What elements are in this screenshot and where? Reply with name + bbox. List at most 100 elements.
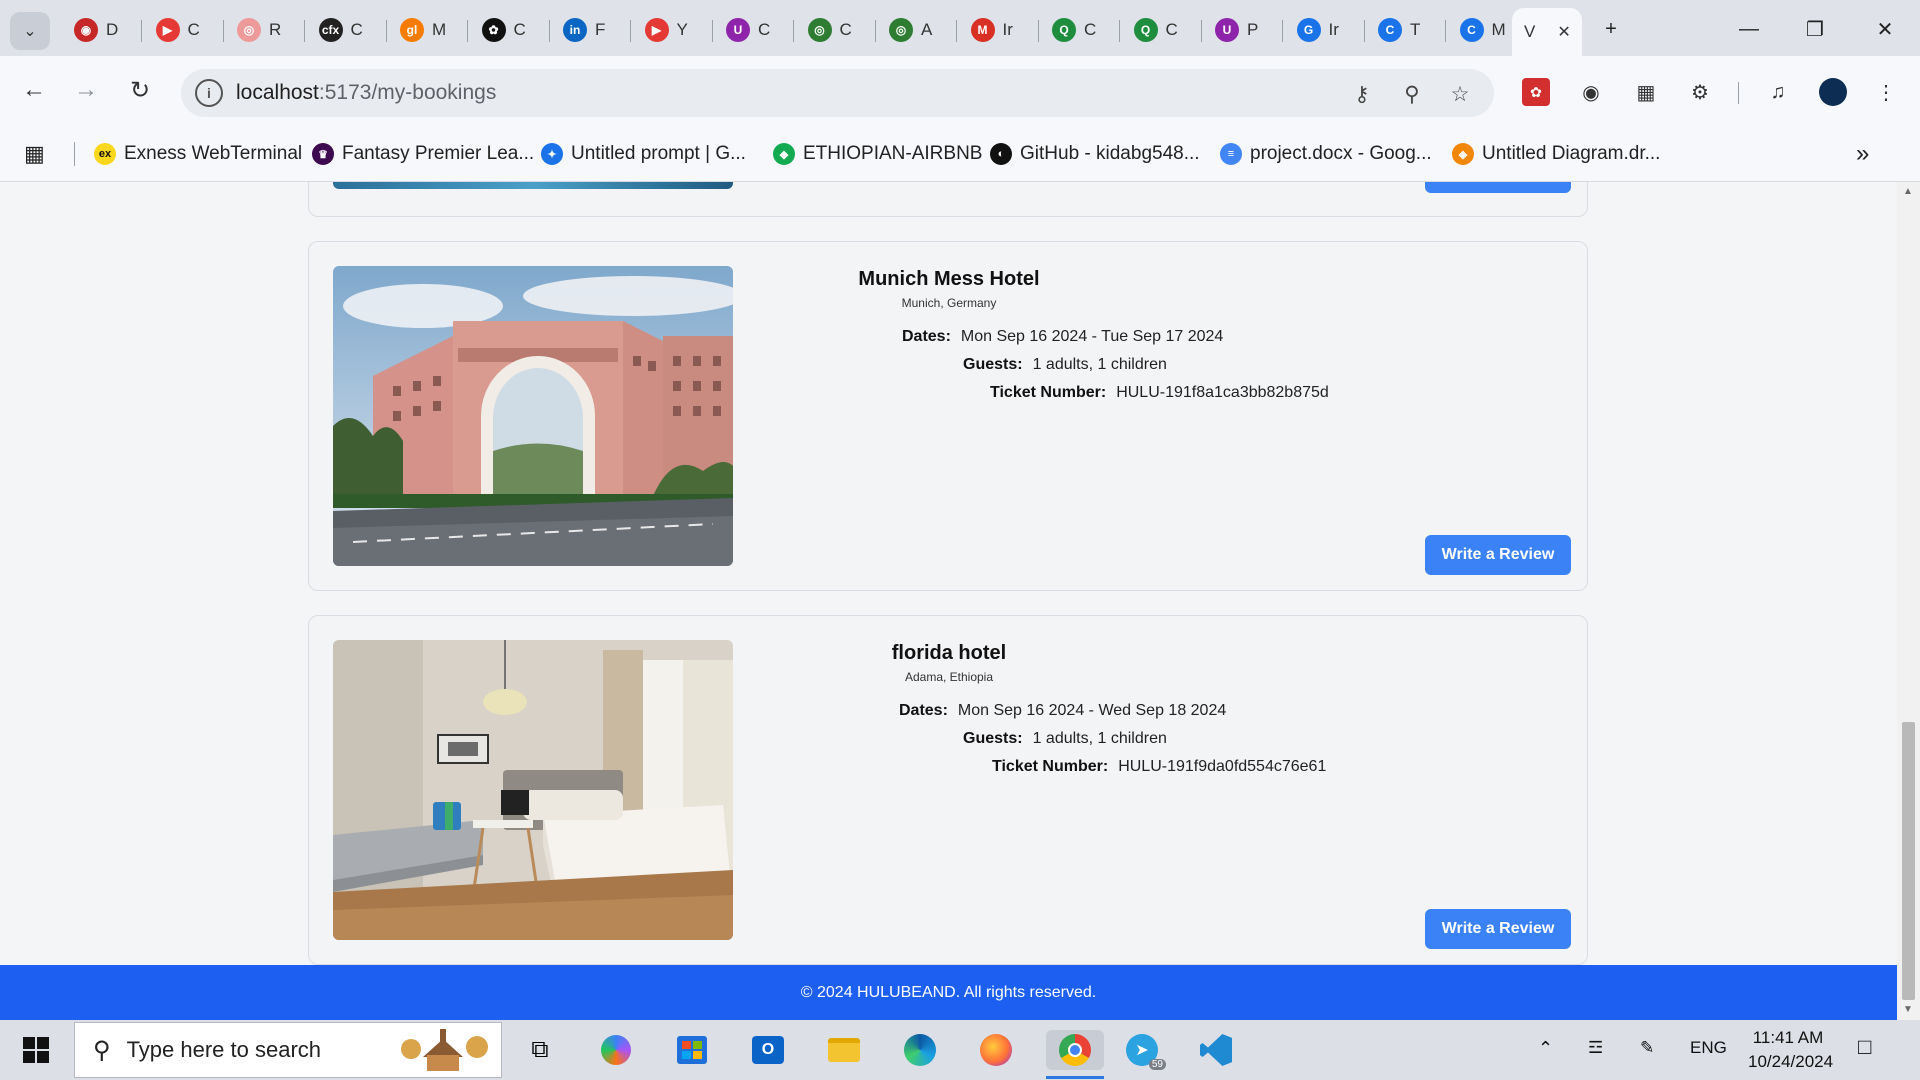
browser-tab[interactable]: G Ir [1285,12,1365,48]
dates-label: Dates: [902,328,951,345]
scroll-down-icon[interactable]: ▼ [1903,1004,1913,1015]
bookmark-item[interactable]: ◆ ETHIOPIAN-AIRBNB [773,140,982,168]
task-view-icon[interactable]: ⧉ [520,1030,560,1070]
browser-tab[interactable]: ◎ A [877,12,957,48]
bookmarks-bar: ▦ ex Exness WebTerminal ♛ Fantasy Premier L… [0,126,1920,182]
browser-tab[interactable]: UC [714,12,794,48]
write-review-button[interactable]: Write a Review [1425,182,1571,193]
vscode-icon[interactable] [1196,1030,1236,1070]
bookmark-label: Exness WebTerminal [124,143,303,164]
bookmark-item[interactable]: ♛ Fantasy Premier Lea... [312,140,534,168]
restore-icon[interactable]: ❐ [1798,12,1832,46]
bookmark-item[interactable]: ◐ GitHub - kidabg548... [990,140,1200,168]
window-close-icon[interactable]: ✕ [1868,12,1902,46]
tab-active[interactable]: V ✕ [1512,8,1582,56]
bookmark-item[interactable]: ≡ project.docx - Goog... [1220,140,1432,168]
telegram-icon[interactable]: ➤ 59 [1122,1030,1166,1070]
close-icon[interactable]: ✕ [1557,22,1570,42]
clock[interactable]: 11:41 AM 10/24/2024 [1748,1026,1833,1074]
media-control-icon[interactable]: ♫ [1764,78,1792,106]
booking-card: Munich Mess Hotel Munich, Germany Dates:… [308,241,1588,591]
bookmark-favicon-icon: ex [94,143,116,165]
back-icon[interactable]: ← [14,70,54,110]
tab-favicon-icon: gl [400,18,424,42]
copilot-icon[interactable] [596,1030,636,1070]
network-icon[interactable]: ☲ [1588,1038,1603,1058]
booking-guests: Guests: 1 adults, 1 children [963,730,1167,748]
file-explorer-icon[interactable] [824,1030,864,1070]
more-bookmarks-icon[interactable]: » [1856,140,1869,168]
browser-tab[interactable]: in F [551,12,631,48]
tab-title: C [513,20,526,39]
search-placeholder: Type here to search [126,1037,322,1062]
url-text[interactable]: localhost:5173/my-bookings [236,81,496,105]
tab-separator [548,20,550,42]
guests-label: Guests: [963,730,1023,747]
menu-kebab-icon[interactable]: ⋮ [1872,78,1900,106]
browser-tab[interactable]: gl M [388,12,468,48]
tab-title: M [432,20,447,39]
browser-tab[interactable]: QC [1040,12,1120,48]
write-review-button[interactable]: Write a Review [1425,909,1571,949]
tab-favicon-icon: ▶ [644,18,669,42]
footer-copyright: © 2024 HULUBEAND. All rights reserved. [800,983,1097,1001]
zoom-icon[interactable]: ⚲ [1399,81,1425,107]
address-bar[interactable]: i localhost:5173/my-bookings ⚷ ⚲ ☆ [181,69,1494,117]
tab-favicon-icon: U [726,18,750,42]
site-info-icon[interactable]: i [195,79,223,107]
language-indicator[interactable]: ENG [1690,1038,1727,1058]
page-scrollbar[interactable]: ▲ ▼ [1897,182,1920,1020]
browser-tab[interactable]: ▶ C [144,12,224,48]
qr-code-icon[interactable]: ▦ [1632,78,1660,106]
reload-icon[interactable]: ↻ [120,70,160,110]
bookmark-item[interactable]: ✦ Untitled prompt | G... [541,140,746,168]
tab-search-button[interactable]: ⌄ [10,12,50,50]
windows-start-icon[interactable] [16,1030,56,1070]
edge-icon[interactable] [900,1030,940,1070]
bookmark-item[interactable]: ex Exness WebTerminal [94,140,302,168]
outlook-icon[interactable]: O [748,1030,788,1070]
browser-tab[interactable]: CT [1366,12,1446,48]
hotel-location: Munich, Germany [901,296,997,310]
bookmark-star-icon[interactable]: ☆ [1447,81,1473,107]
forward-icon[interactable]: → [66,70,106,110]
extension-icon[interactable]: ✿ [1522,78,1550,106]
new-tab-button[interactable]: + [1594,12,1628,46]
browser-tab[interactable]: M Ir [959,12,1039,48]
chrome-icon[interactable] [1046,1030,1104,1070]
pen-icon[interactable]: ✎ [1640,1038,1654,1058]
browser-tab[interactable]: cfx C [307,12,387,48]
notifications-icon[interactable]: □ [1858,1034,1871,1060]
bookmark-item[interactable]: ◈ Untitled Diagram.dr... [1452,140,1660,168]
extension-lock-icon[interactable]: ◉ [1577,78,1605,106]
taskbar-search-box[interactable]: ⚲ Type here to search [74,1022,502,1078]
browser-tab[interactable]: ◎ R [225,12,305,48]
browser-tab[interactable]: UP [1203,12,1283,48]
tab-favicon-icon: in [563,18,587,42]
scrollbar-thumb[interactable] [1902,722,1915,1000]
write-review-button[interactable]: Write a Review [1425,535,1571,575]
minimize-icon[interactable]: — [1732,12,1766,46]
clock-time: 11:41 AM [1752,1028,1824,1047]
chevron-down-icon: ⌄ [23,23,37,40]
browser-tab[interactable]: ✿ C [470,12,550,48]
bookmark-label: GitHub - kidabg548... [1020,143,1200,164]
microsoft-store-icon[interactable] [672,1030,712,1070]
tab-separator [793,20,794,42]
tab-title: C [758,20,771,39]
profile-avatar[interactable] [1819,78,1847,106]
guests-label: Guests: [963,356,1023,373]
firefox-icon[interactable] [976,1030,1016,1070]
tab-favicon-icon: ◎ [889,18,913,42]
apps-grid-icon[interactable]: ▦ [24,140,45,168]
password-key-icon[interactable]: ⚷ [1349,81,1375,107]
browser-tab[interactable]: ◎ C [796,12,876,48]
extensions-puzzle-icon[interactable]: ⚙ [1686,78,1714,106]
browser-tab[interactable]: ▶ Y [633,12,713,48]
scroll-up-icon[interactable]: ▲ [1903,186,1913,197]
search-highlight-image [393,1027,493,1075]
browser-tab[interactable]: ◉ D [62,12,142,48]
browser-chrome: ⌄ ◉ D ▶ C ◎ Rcfx Cgl M ✿ Cin F ▶ Y U C ◎ C ◎ A M Ir Q C Q C U P G Ir… [0,0,1920,182]
tray-overflow-icon[interactable]: ⌃ [1538,1038,1553,1059]
browser-tab[interactable]: QC [1122,12,1202,48]
